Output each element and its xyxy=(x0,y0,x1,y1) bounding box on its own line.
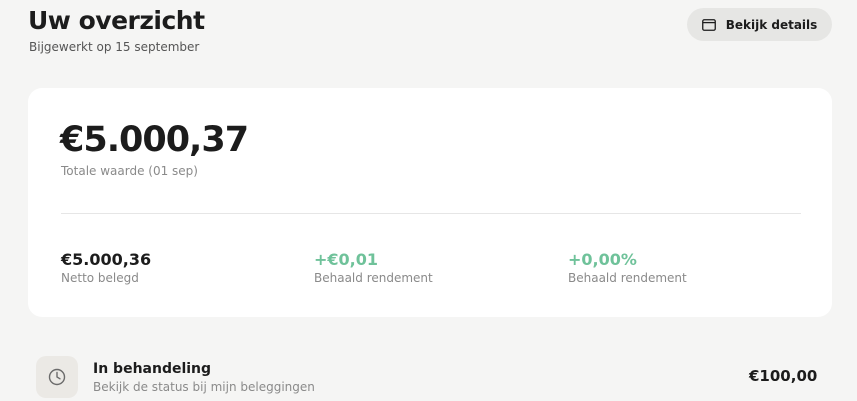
stat-value: +0,00% xyxy=(568,250,637,269)
window-icon xyxy=(701,18,716,31)
divider xyxy=(61,213,801,214)
stat-value: +€0,01 xyxy=(314,250,379,269)
stat-return-amount: +€0,01 Behaald rendement xyxy=(314,250,433,285)
pending-title[interactable]: In behandeling xyxy=(93,361,211,377)
stat-label: Behaald rendement xyxy=(568,271,687,285)
updated-date: Bijgewerkt op 15 september xyxy=(29,40,200,54)
stat-return-percent: +0,00% Behaald rendement xyxy=(568,250,687,285)
stat-value: €5.000,36 xyxy=(61,250,152,269)
view-details-label: Bekijk details xyxy=(725,17,818,32)
stat-label: Netto belegd xyxy=(61,271,139,285)
page-title: Uw overzicht xyxy=(28,6,205,35)
total-value: €5.000,37 xyxy=(60,120,249,160)
pending-status-link[interactable]: Bekijk de status bij mijn beleggingen xyxy=(93,380,315,394)
view-details-button[interactable]: Bekijk details xyxy=(687,8,832,41)
stat-label: Behaald rendement xyxy=(314,271,433,285)
stat-net-invested: €5.000,36 Netto belegd xyxy=(61,250,151,285)
overview-page: Uw overzicht Bijgewerkt op 15 september … xyxy=(0,0,857,401)
total-value-label: Totale waarde (01 sep) xyxy=(61,164,198,178)
portfolio-summary-card: €5.000,37 Totale waarde (01 sep) €5.000,… xyxy=(28,88,832,317)
clock-icon xyxy=(36,356,78,398)
pending-amount: €100,00 xyxy=(749,367,818,385)
